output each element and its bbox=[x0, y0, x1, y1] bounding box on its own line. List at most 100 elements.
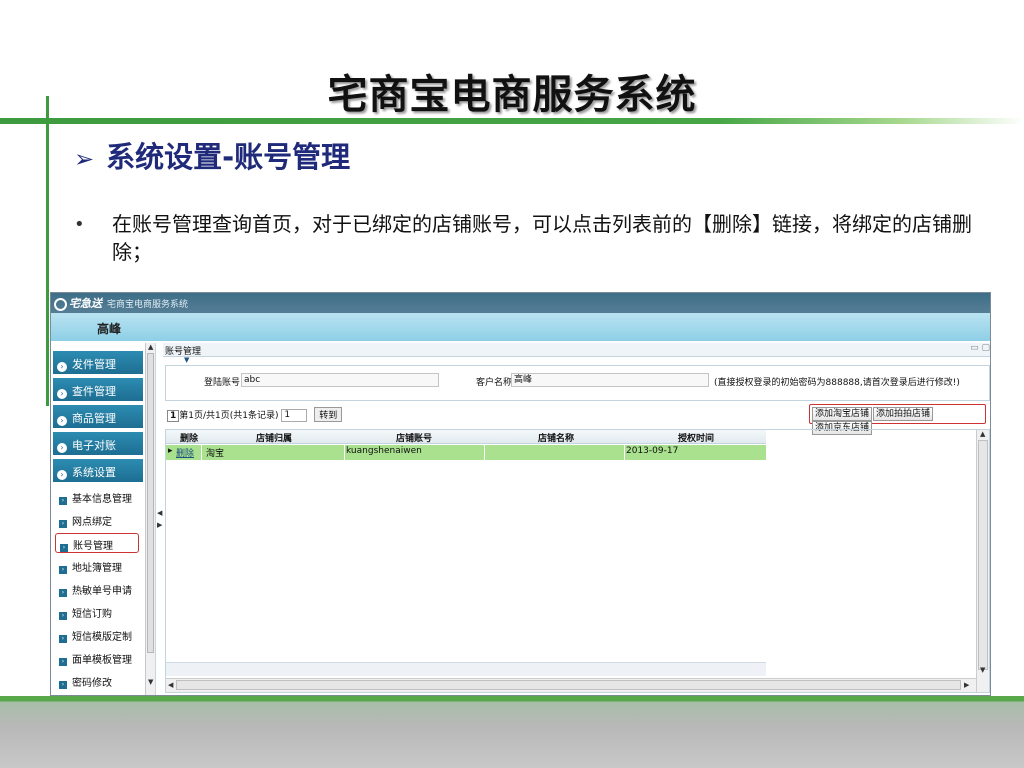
chevron-right-icon: › bbox=[59, 566, 67, 574]
title-divider bbox=[0, 118, 1024, 124]
scroll-up-icon[interactable]: ▲ bbox=[980, 430, 985, 438]
user-name: 高峰 bbox=[97, 322, 122, 336]
app-logo: 宅急送 bbox=[54, 295, 102, 311]
column-header-name[interactable]: 店铺名称 bbox=[538, 431, 574, 444]
sidebar-subitem-label: 基本信息管理 bbox=[72, 494, 132, 505]
sidebar-subitem-label: 网点绑定 bbox=[72, 517, 112, 528]
login-account-label: 登陆账号 bbox=[204, 378, 241, 388]
bullet-dot-icon: • bbox=[74, 214, 85, 235]
table-footer-row bbox=[166, 662, 766, 676]
scroll-down-icon[interactable]: ▼ bbox=[980, 666, 985, 674]
section-heading: ➢ 系统设置-账号管理 bbox=[74, 134, 350, 176]
column-header-delete[interactable]: 删除 bbox=[180, 431, 198, 444]
cell-divider bbox=[344, 445, 345, 475]
sidebar-scrollbar[interactable]: ▲ ▼ bbox=[145, 343, 155, 695]
sidebar-item-label: 发件管理 bbox=[72, 358, 116, 371]
sidebar-splitter[interactable]: ◀ ▶ bbox=[155, 343, 163, 695]
customer-name-label: 客户名称 bbox=[476, 378, 513, 388]
login-account-input[interactable]: abc bbox=[241, 373, 439, 387]
scroll-right-icon[interactable]: ▶ bbox=[964, 681, 969, 689]
arrow-bullet-icon: ➢ bbox=[74, 145, 95, 173]
sidebar-subitem-sms-order[interactable]: › 短信订购 bbox=[55, 602, 139, 622]
system-name: 宅商宝电商服务系统 bbox=[107, 300, 189, 310]
sidebar-subitem-branch-bind[interactable]: › 网点绑定 bbox=[55, 510, 139, 530]
customer-name-input[interactable]: 高峰 bbox=[511, 373, 709, 387]
chevron-right-icon: › bbox=[59, 612, 67, 620]
chevron-right-icon: › bbox=[59, 635, 67, 643]
scroll-left-icon[interactable]: ◀ bbox=[168, 681, 173, 689]
chevron-right-icon: › bbox=[57, 443, 67, 453]
content-title: 账号管理 bbox=[165, 347, 202, 357]
cell-belong: 淘宝 bbox=[206, 449, 225, 459]
page-input[interactable]: 1 bbox=[281, 409, 308, 422]
add-paipai-store-button[interactable]: 添加拍拍店铺 bbox=[873, 407, 934, 421]
collapse-triangle-icon[interactable]: ▼ bbox=[184, 356, 189, 364]
sidebar-subitem-sms-template[interactable]: › 短信模版定制 bbox=[55, 625, 139, 645]
sidebar-item-send[interactable]: › 发件管理 bbox=[53, 351, 143, 374]
cell-divider bbox=[201, 445, 202, 475]
scroll-down-icon[interactable]: ▼ bbox=[148, 678, 153, 686]
sidebar-item-label: 查件管理 bbox=[72, 385, 116, 398]
sidebar-subitem-label: 热敏单号申请 bbox=[72, 586, 132, 597]
chevron-right-icon: › bbox=[57, 416, 67, 426]
chevron-down-icon: › bbox=[57, 470, 67, 480]
sidebar-subitem-label: 账号管理 bbox=[73, 541, 113, 552]
delete-link[interactable]: 删除 bbox=[176, 446, 194, 459]
bullet-text: 在账号管理查询首页，对于已绑定的店铺账号，可以点击列表前的【删除】链接，将绑定的… bbox=[112, 212, 972, 264]
expand-right-icon[interactable]: ▶ bbox=[157, 521, 162, 529]
chevron-right-icon: › bbox=[57, 362, 67, 372]
account-table: 删除 店铺归属 店铺账号 店铺名称 授权时间 ▸ 删除 淘宝 kuangshen… bbox=[165, 429, 990, 693]
slide-title: 宅商宝电商服务系统 bbox=[327, 72, 697, 118]
sidebar-subitem-label: 短信模版定制 bbox=[72, 632, 132, 643]
app-topbar: 宅急送 宅商宝电商服务系统 bbox=[51, 293, 990, 313]
chevron-right-icon: › bbox=[59, 520, 67, 528]
sidebar-item-goods[interactable]: › 商品管理 bbox=[53, 405, 143, 428]
add-store-group: 添加淘宝店铺 添加拍拍店铺添加京东店铺 bbox=[809, 404, 986, 435]
sidebar-subitem-account[interactable]: › 账号管理 bbox=[55, 533, 139, 553]
collapse-left-icon[interactable]: ◀ bbox=[157, 509, 162, 517]
vertical-accent-line bbox=[46, 96, 49, 406]
section-heading-text: 系统设置-账号管理 bbox=[106, 140, 351, 174]
chevron-right-icon: › bbox=[59, 681, 67, 689]
window-buttons-icon[interactable]: ▭ ▢ bbox=[970, 343, 990, 353]
sidebar-subitem-password[interactable]: › 密码修改 bbox=[55, 671, 139, 691]
cell-divider bbox=[624, 445, 625, 475]
sidebar-subitem-thermal-apply[interactable]: › 热敏单号申请 bbox=[55, 579, 139, 599]
chevron-right-icon: › bbox=[57, 389, 67, 399]
page-number[interactable]: 1 bbox=[167, 410, 180, 422]
column-header-time[interactable]: 授权时间 bbox=[678, 431, 714, 444]
chevron-right-icon: › bbox=[60, 544, 68, 552]
app-screenshot: 宅急送 宅商宝电商服务系统 高峰 › 发件管理 › 查件管理 › 商品管理 › 电子对账… bbox=[50, 292, 991, 696]
table-header: 删除 店铺归属 店铺账号 店铺名称 授权时间 bbox=[166, 430, 766, 444]
sidebar-item-track[interactable]: › 查件管理 bbox=[53, 378, 143, 401]
scrollbar-thumb[interactable] bbox=[147, 353, 154, 653]
table-vertical-scrollbar[interactable]: ▲ ▼ bbox=[976, 430, 989, 692]
scrollbar-thumb[interactable] bbox=[176, 680, 961, 690]
column-header-belong[interactable]: 店铺归属 bbox=[256, 431, 292, 444]
sidebar-subitem-label: 地址簿管理 bbox=[72, 563, 122, 574]
go-page-button[interactable]: 转到 bbox=[314, 407, 343, 422]
content-panel: 账号管理 ▭ ▢ ▼ 登陆账号 abc 客户名称 高峰 (直接授权登录的初始密码… bbox=[163, 343, 990, 695]
sidebar-item-reconcile[interactable]: › 电子对账 bbox=[53, 432, 143, 455]
password-note: (直接授权登录的初始密码为888888,请首次登录后进行修改!) bbox=[714, 378, 960, 388]
slide-footer-band bbox=[0, 696, 1024, 768]
cell-divider bbox=[484, 445, 485, 475]
table-horizontal-scrollbar[interactable]: ◀ ▶ bbox=[166, 678, 976, 692]
cell-time: 2013-09-17 bbox=[626, 446, 679, 456]
pager: 1 第1页/共1页(共1条记录) 1 转到 bbox=[167, 407, 343, 422]
chevron-right-icon: › bbox=[59, 589, 67, 597]
table-row[interactable]: ▸ 删除 淘宝 kuangshenaiwen 2013-09-17 bbox=[166, 445, 766, 475]
sidebar: › 发件管理 › 查件管理 › 商品管理 › 电子对账 › 系统设置 › 基本信息管理 › 网… bbox=[51, 343, 155, 695]
column-header-account[interactable]: 店铺账号 bbox=[396, 431, 432, 444]
chevron-right-icon: › bbox=[59, 658, 67, 666]
scroll-up-icon[interactable]: ▲ bbox=[148, 343, 153, 351]
sidebar-subitem-waybill-template[interactable]: › 面单模板管理 bbox=[55, 648, 139, 668]
sidebar-subitem-basic-info[interactable]: › 基本信息管理 bbox=[55, 487, 139, 507]
sidebar-subitem-address-book[interactable]: › 地址簿管理 bbox=[55, 556, 139, 576]
sidebar-item-label: 电子对账 bbox=[72, 439, 116, 452]
scrollbar-thumb[interactable] bbox=[978, 440, 988, 670]
add-taobao-store-button[interactable]: 添加淘宝店铺 bbox=[812, 407, 873, 421]
chevron-right-icon: › bbox=[59, 497, 67, 505]
sidebar-item-settings[interactable]: › 系统设置 bbox=[53, 459, 143, 482]
row-marker-icon: ▸ bbox=[168, 446, 173, 456]
